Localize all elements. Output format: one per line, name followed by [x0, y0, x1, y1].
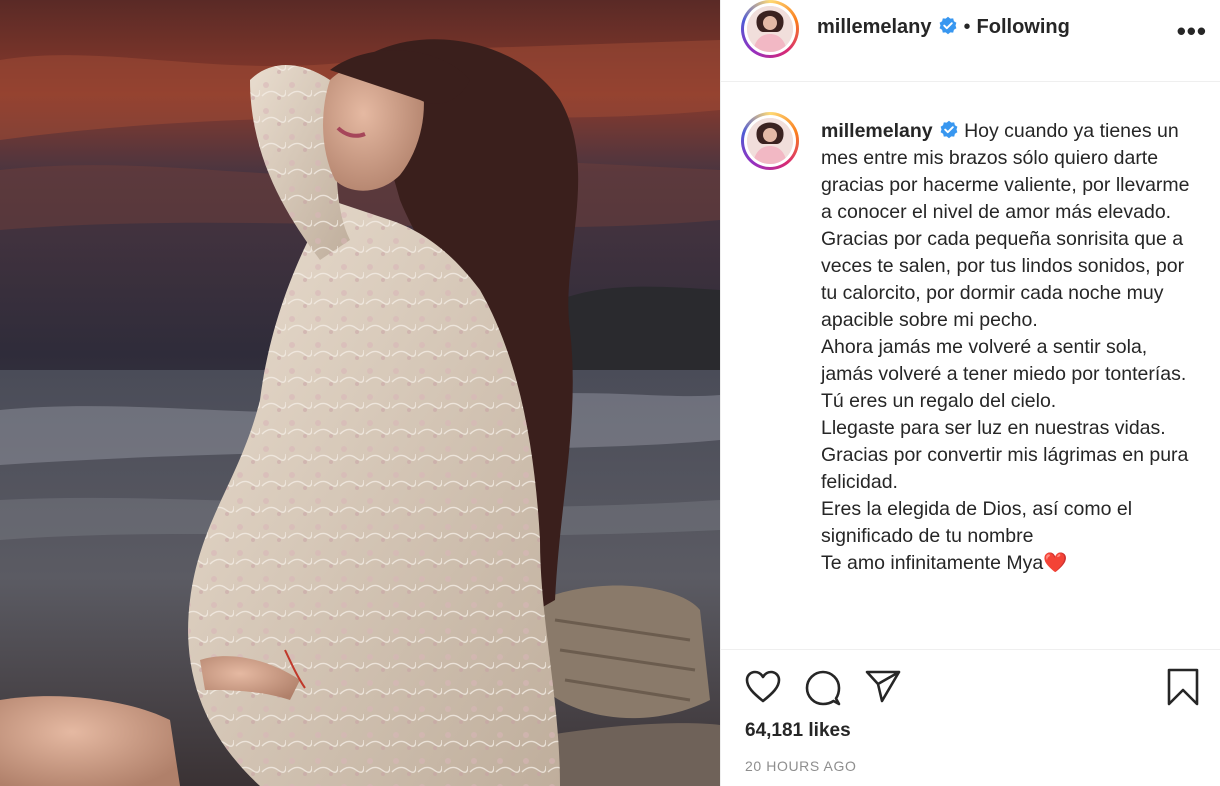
post-photo[interactable]: [0, 0, 720, 786]
post-sidebar: millemelany • Following ••• millemelany Ho…: [720, 0, 1220, 786]
post-modal: millemelany • Following ••• millemelany Ho…: [0, 0, 1220, 786]
comments-area: millemelany Hoy cuando ya tienes un mes …: [721, 82, 1220, 649]
author-username[interactable]: millemelany: [817, 16, 932, 38]
more-options-icon[interactable]: •••: [1177, 16, 1207, 47]
avatar-image: [747, 118, 793, 164]
caption-line: Ahora jamás me volveré a sentir sola, ja…: [821, 336, 1187, 385]
post-timestamp[interactable]: 20 HOURS AGO: [745, 758, 856, 774]
avatar: [747, 118, 793, 164]
share-icon[interactable]: [865, 670, 901, 704]
post-caption: millemelany Hoy cuando ya tienes un mes …: [821, 118, 1201, 577]
header-meta: millemelany • Following: [817, 16, 1070, 39]
verified-badge-icon: [940, 120, 958, 139]
caption-line: Gracias por cada pequeña sonrisita que a…: [821, 228, 1185, 331]
verified-badge-icon: [939, 16, 956, 35]
likes-count[interactable]: 64,181 likes: [745, 720, 851, 742]
heart-icon[interactable]: [745, 670, 781, 704]
caption-line: Eres la elegida de Dios, así como el sig…: [821, 498, 1133, 547]
post-header: millemelany • Following •••: [721, 0, 1220, 82]
caption-paragraph: millemelany Hoy cuando ya tienes un mes …: [821, 118, 1201, 226]
post-actions: 64,181 likes 20 HOURS AGO: [721, 649, 1220, 786]
avatar: [747, 6, 793, 52]
comment-icon[interactable]: [805, 670, 841, 706]
separator-dot: •: [963, 16, 971, 38]
caption-line: Llegaste para ser luz en nuestras vidas.: [821, 417, 1166, 439]
caption-line: Tú eres un regalo del cielo.: [821, 390, 1057, 412]
following-button[interactable]: Following: [977, 16, 1070, 38]
author-avatar[interactable]: [741, 0, 799, 58]
post-image: [0, 0, 720, 786]
bookmark-icon[interactable]: [1167, 668, 1199, 706]
caption-line: Gracias por convertir mis lágrimas en pu…: [821, 444, 1189, 493]
caption-line: Te amo infinitamente Mya❤️: [821, 552, 1068, 574]
caption-username[interactable]: millemelany: [821, 120, 933, 142]
caption-author-avatar[interactable]: [741, 112, 799, 170]
avatar-image: [747, 6, 793, 52]
